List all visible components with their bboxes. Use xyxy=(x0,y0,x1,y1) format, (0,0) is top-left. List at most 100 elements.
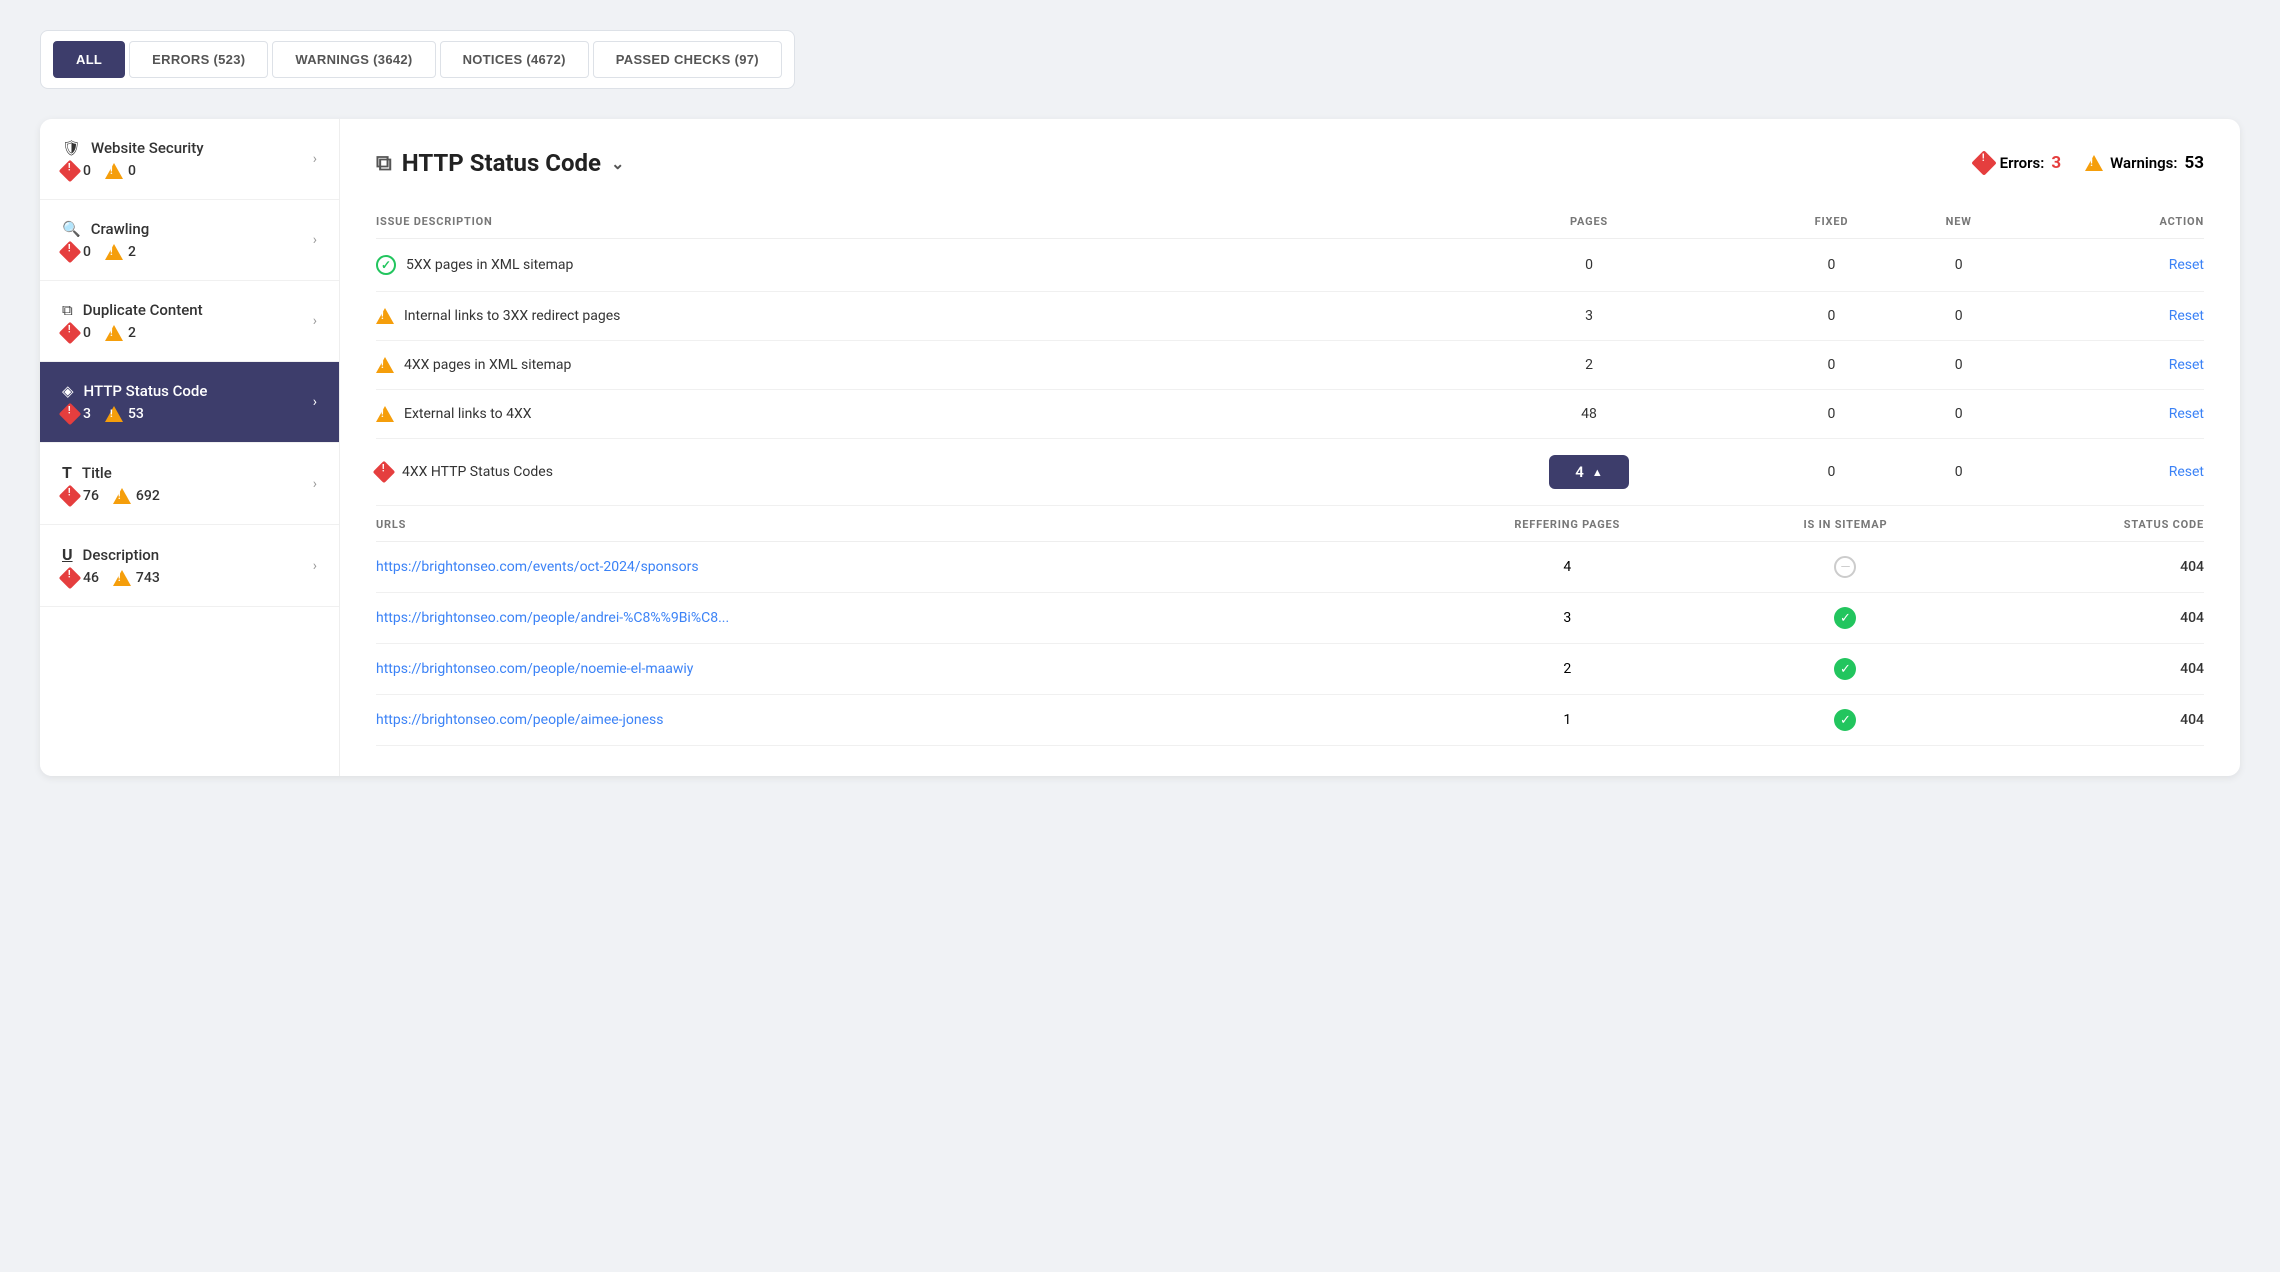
sidebar-item-title: ◈ HTTP Status Code xyxy=(62,382,313,400)
action-cell: Reset xyxy=(2014,341,2204,390)
warning-badge: 692 xyxy=(113,488,160,504)
warning-badge: 2 xyxy=(105,244,136,260)
new-cell: 0 xyxy=(1903,439,2014,506)
url-cell: https://brightonseo.com/people/noemie-el… xyxy=(376,644,1412,695)
sidebar-item-description[interactable]: U Description 46 743 › xyxy=(40,525,339,607)
sidebar-item-content: 🔍 Crawling 0 2 xyxy=(62,220,313,260)
url-row: https://brightonseo.com/people/andrei-%C… xyxy=(376,593,2204,644)
filter-bar: ALL ERRORS (523) WARNINGS (3642) NOTICES… xyxy=(40,30,795,89)
referring-pages-cell: 1 xyxy=(1412,695,1722,746)
reset-button[interactable]: Reset xyxy=(2169,257,2204,273)
url-row: https://brightonseo.com/people/aimee-jon… xyxy=(376,695,2204,746)
sidebar-item-content: ⧉ Duplicate Content 0 2 xyxy=(62,301,313,341)
error-diamond-icon xyxy=(59,160,82,183)
sidebar-item-duplicate-content[interactable]: ⧉ Duplicate Content 0 2 › xyxy=(40,281,339,362)
fixed-cell: 0 xyxy=(1760,390,1904,439)
collapse-chevron-icon: ▲ xyxy=(1592,466,1603,479)
status-code-cell: 404 xyxy=(1969,695,2205,746)
status-code-cell: 404 xyxy=(1969,644,2205,695)
reset-button[interactable]: Reset xyxy=(2169,464,2204,480)
error-badge: 76 xyxy=(62,488,99,504)
sidebar-item-content: ◈ HTTP Status Code 3 53 xyxy=(62,382,313,422)
main-layout: 🛡 Website Security 0 0 › xyxy=(40,119,2240,776)
sidebar-item-title: 🔍 Crawling xyxy=(62,220,313,238)
check-circle-icon: ✓ xyxy=(376,255,396,275)
warning-triangle-icon xyxy=(105,244,123,260)
error-badge: 3 xyxy=(62,406,91,422)
reset-button[interactable]: Reset xyxy=(2169,357,2204,373)
new-cell: 0 xyxy=(1903,390,2014,439)
issue-desc-cell: ✓ 5XX pages in XML sitemap xyxy=(376,239,1418,292)
issues-table-header: ISSUE DESCRIPTION PAGES FIXED NEW ACTION xyxy=(376,205,2204,239)
section-stats: Errors: 3 Warnings: 53 xyxy=(1975,153,2204,173)
tab-all[interactable]: ALL xyxy=(53,41,125,78)
sidebar-item-title-text: T Title xyxy=(62,463,313,482)
chevron-right-icon: › xyxy=(313,232,317,248)
error-stat: Errors: 3 xyxy=(1975,153,2062,173)
status-code-cell: 404 xyxy=(1969,542,2205,593)
pages-cell: 0 xyxy=(1418,239,1759,292)
table-row: Internal links to 3XX redirect pages 3 0… xyxy=(376,292,2204,341)
error-badge: 0 xyxy=(62,163,91,179)
warning-stat: Warnings: 53 xyxy=(2085,153,2204,173)
expanded-count[interactable]: 4 ▲ xyxy=(1549,455,1629,489)
col-issue-description: ISSUE DESCRIPTION xyxy=(376,205,1418,239)
sidebar-item-title-text: U Description xyxy=(62,545,313,564)
fixed-cell: 0 xyxy=(1760,239,1904,292)
dropdown-chevron-icon[interactable]: ⌄ xyxy=(611,154,624,173)
table-row-expanded: 4XX HTTP Status Codes 4 ▲ 0 0 Reset xyxy=(376,439,2204,506)
url-link[interactable]: https://brightonseo.com/people/andrei-%C… xyxy=(376,610,729,626)
warning-triangle-icon xyxy=(376,308,394,324)
issue-desc-cell: External links to 4XX xyxy=(376,390,1418,439)
sidebar-item-website-security[interactable]: 🛡 Website Security 0 0 › xyxy=(40,119,339,200)
error-diamond-icon xyxy=(59,322,82,345)
error-diamond-icon xyxy=(59,485,82,508)
warning-triangle-large-icon xyxy=(2085,155,2103,171)
url-link[interactable]: https://brightonseo.com/people/aimee-jon… xyxy=(376,712,664,728)
sidebar-item-title[interactable]: T Title 76 692 › xyxy=(40,443,339,525)
reset-button[interactable]: Reset xyxy=(2169,308,2204,324)
section-header: ⧉ HTTP Status Code ⌄ Errors: 3 Warnings:… xyxy=(376,149,2204,177)
col-new: NEW xyxy=(1903,205,2014,239)
tab-notices[interactable]: NOTICES (4672) xyxy=(440,41,589,78)
reset-button[interactable]: Reset xyxy=(2169,406,2204,422)
action-cell: Reset xyxy=(2014,390,2204,439)
sidebar-item-title: ⧉ Duplicate Content xyxy=(62,301,313,319)
warning-triangle-icon xyxy=(105,325,123,341)
warning-triangle-icon xyxy=(113,488,131,504)
sidebar-item-content: U Description 46 743 xyxy=(62,545,313,586)
copy-icon-large: ⧉ xyxy=(376,151,392,176)
not-in-sitemap-icon: — xyxy=(1834,556,1856,578)
url-link[interactable]: https://brightonseo.com/events/oct-2024/… xyxy=(376,559,699,575)
warning-badge: 743 xyxy=(113,570,160,586)
shield-icon: 🛡 xyxy=(62,139,81,157)
main-content: ⧉ HTTP Status Code ⌄ Errors: 3 Warnings:… xyxy=(340,119,2240,776)
table-row: 4XX pages in XML sitemap 2 0 0 Reset xyxy=(376,341,2204,390)
warning-badge: 53 xyxy=(105,406,144,422)
sidebar-badges: 76 692 xyxy=(62,488,313,504)
tab-errors[interactable]: ERRORS (523) xyxy=(129,41,268,78)
in-sitemap-icon: ✓ xyxy=(1834,709,1856,731)
issue-desc: 4XX pages in XML sitemap xyxy=(376,357,1418,373)
table-row: External links to 4XX 48 0 0 Reset xyxy=(376,390,2204,439)
col-referring-pages: REFFERING PAGES xyxy=(1412,506,1722,542)
sitemap-cell: ✓ xyxy=(1722,593,1968,644)
sidebar-item-content: 🛡 Website Security 0 0 xyxy=(62,139,313,179)
warning-badge: 0 xyxy=(105,163,136,179)
text-icon: T xyxy=(62,463,72,482)
new-cell: 0 xyxy=(1903,341,2014,390)
sitemap-cell: — xyxy=(1722,542,1968,593)
sidebar-item-http-status-code[interactable]: ◈ HTTP Status Code 3 53 › xyxy=(40,362,339,443)
tab-warnings[interactable]: WARNINGS (3642) xyxy=(272,41,435,78)
pages-cell: 3 xyxy=(1418,292,1759,341)
url-link[interactable]: https://brightonseo.com/people/noemie-el… xyxy=(376,661,693,677)
col-action: ACTION xyxy=(2014,205,2204,239)
action-cell: Reset xyxy=(2014,439,2204,506)
tab-passed[interactable]: PASSED CHECKS (97) xyxy=(593,41,782,78)
new-cell: 0 xyxy=(1903,239,2014,292)
sitemap-cell: ✓ xyxy=(1722,644,1968,695)
warning-triangle-icon xyxy=(105,163,123,179)
sidebar-item-crawling[interactable]: 🔍 Crawling 0 2 › xyxy=(40,200,339,281)
warning-badge: 2 xyxy=(105,325,136,341)
copy-icon: ⧉ xyxy=(62,301,73,319)
